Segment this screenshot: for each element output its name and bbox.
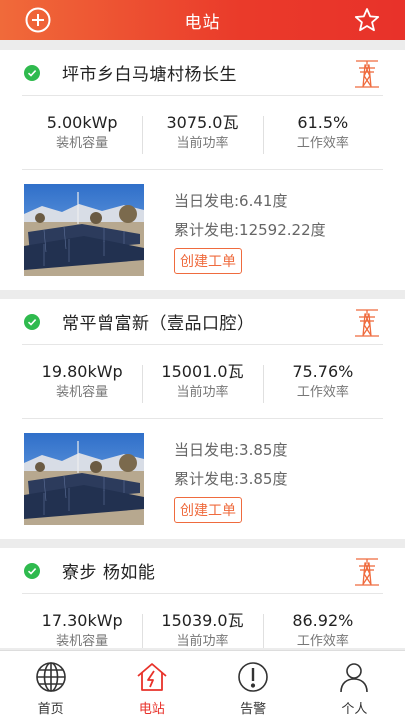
daily-generation: 当日发电:3.85度	[174, 440, 288, 459]
power-label: 当前功率	[176, 633, 229, 649]
bottom-tab-bar: 首页 电站 告警 个人	[0, 650, 405, 720]
station-name: 寮步 杨如能	[62, 563, 156, 583]
station-stats: 17.30kWp 装机容量 15039.0瓦 当前功率 86.92% 工作效率	[22, 594, 383, 648]
station-card-header[interactable]: 常平曾富新（壹品口腔）	[22, 299, 383, 345]
capacity-label: 装机容量	[56, 135, 109, 151]
station-card[interactable]: 寮步 杨如能 17.30kWp 装机容量 15039.0瓦 当前功率 86.92…	[0, 548, 405, 648]
station-card-header[interactable]: 坪市乡白马塘村杨长生	[22, 50, 383, 96]
tab-label: 个人	[341, 702, 368, 717]
station-card[interactable]: 常平曾富新（壹品口腔） 19.80kWp 装机容量 15001.0瓦 当前功率	[0, 299, 405, 539]
power-stat: 3075.0瓦 当前功率	[142, 112, 262, 154]
station-name: 常平曾富新（壹品口腔）	[62, 314, 255, 334]
tab-label: 电站	[138, 702, 165, 717]
station-name: 坪市乡白马塘村杨长生	[62, 65, 237, 85]
favorite-button[interactable]	[353, 6, 381, 34]
online-check-icon	[24, 562, 40, 579]
efficiency-value: 75.76%	[292, 361, 354, 381]
station-card[interactable]: 坪市乡白马塘村杨长生 5.00kWp 装机容量 3075.0瓦 当前功率 61.…	[0, 50, 405, 290]
capacity-label: 装机容量	[56, 384, 109, 400]
tab-alerts[interactable]: 告警	[203, 651, 304, 720]
station-photo[interactable]	[24, 184, 144, 276]
station-photo[interactable]	[24, 433, 144, 525]
power-stat: 15039.0瓦 当前功率	[142, 610, 262, 649]
efficiency-stat: 61.5% 工作效率	[262, 112, 383, 154]
capacity-value: 19.80kWp	[41, 361, 123, 381]
app-header: 电站	[0, 0, 405, 40]
station-energy-info: 当日发电:6.41度 累计发电:12592.22度 创建工单	[174, 187, 326, 274]
station-detail: 当日发电:3.85度 累计发电:3.85度 创建工单	[22, 419, 383, 539]
capacity-stat: 5.00kWp 装机容量	[22, 112, 142, 154]
station-energy-info: 当日发电:3.85度 累计发电:3.85度 创建工单	[174, 436, 287, 523]
efficiency-label: 工作效率	[296, 384, 349, 400]
efficiency-stat: 86.92% 工作效率	[262, 610, 383, 649]
power-value: 15001.0瓦	[161, 361, 244, 381]
power-value: 15039.0瓦	[161, 610, 244, 630]
station-card-header[interactable]: 寮步 杨如能	[22, 548, 383, 594]
efficiency-value: 86.92%	[292, 610, 354, 630]
tab-label: 告警	[240, 702, 267, 717]
page-title: 电站	[184, 12, 221, 33]
capacity-value: 5.00kWp	[46, 112, 118, 132]
efficiency-label: 工作效率	[296, 633, 349, 649]
star-icon	[354, 8, 380, 32]
globe-icon	[33, 659, 69, 695]
total-generation: 累计发电:12592.22度	[174, 220, 326, 239]
power-label: 当前功率	[176, 135, 229, 151]
transmission-tower-icon[interactable]	[354, 60, 380, 88]
power-label: 当前功率	[176, 384, 229, 400]
tab-home[interactable]: 首页	[0, 651, 101, 720]
efficiency-label: 工作效率	[296, 135, 349, 151]
transmission-tower-icon[interactable]	[354, 558, 380, 586]
station-list[interactable]: 坪市乡白马塘村杨长生 5.00kWp 装机容量 3075.0瓦 当前功率 61.…	[0, 50, 405, 648]
create-ticket-button[interactable]: 创建工单	[174, 247, 242, 274]
tab-stations[interactable]: 电站	[101, 651, 202, 720]
efficiency-value: 61.5%	[297, 112, 349, 132]
tab-profile[interactable]: 个人	[304, 651, 405, 720]
total-generation: 累计发电:3.85度	[174, 469, 288, 488]
daily-generation: 当日发电:6.41度	[174, 191, 288, 210]
online-check-icon	[24, 313, 40, 330]
online-check-icon	[24, 64, 40, 81]
capacity-stat: 17.30kWp 装机容量	[22, 610, 142, 649]
power-stat: 15001.0瓦 当前功率	[142, 361, 262, 403]
plus-circle-icon	[25, 7, 51, 33]
power-station-icon	[134, 659, 170, 695]
station-stats: 19.80kWp 装机容量 15001.0瓦 当前功率 75.76% 工作效率	[22, 345, 383, 419]
efficiency-stat: 75.76% 工作效率	[262, 361, 383, 403]
create-ticket-button[interactable]: 创建工单	[174, 496, 242, 523]
alert-icon	[235, 659, 271, 695]
add-station-button[interactable]	[24, 6, 52, 34]
transmission-tower-icon[interactable]	[354, 309, 380, 337]
user-icon	[336, 659, 372, 695]
capacity-value: 17.30kWp	[41, 610, 123, 630]
tab-label: 首页	[37, 702, 64, 717]
station-stats: 5.00kWp 装机容量 3075.0瓦 当前功率 61.5% 工作效率	[22, 96, 383, 170]
capacity-label: 装机容量	[56, 633, 109, 649]
power-value: 3075.0瓦	[166, 112, 239, 132]
capacity-stat: 19.80kWp 装机容量	[22, 361, 142, 403]
station-detail: 当日发电:6.41度 累计发电:12592.22度 创建工单	[22, 170, 383, 290]
